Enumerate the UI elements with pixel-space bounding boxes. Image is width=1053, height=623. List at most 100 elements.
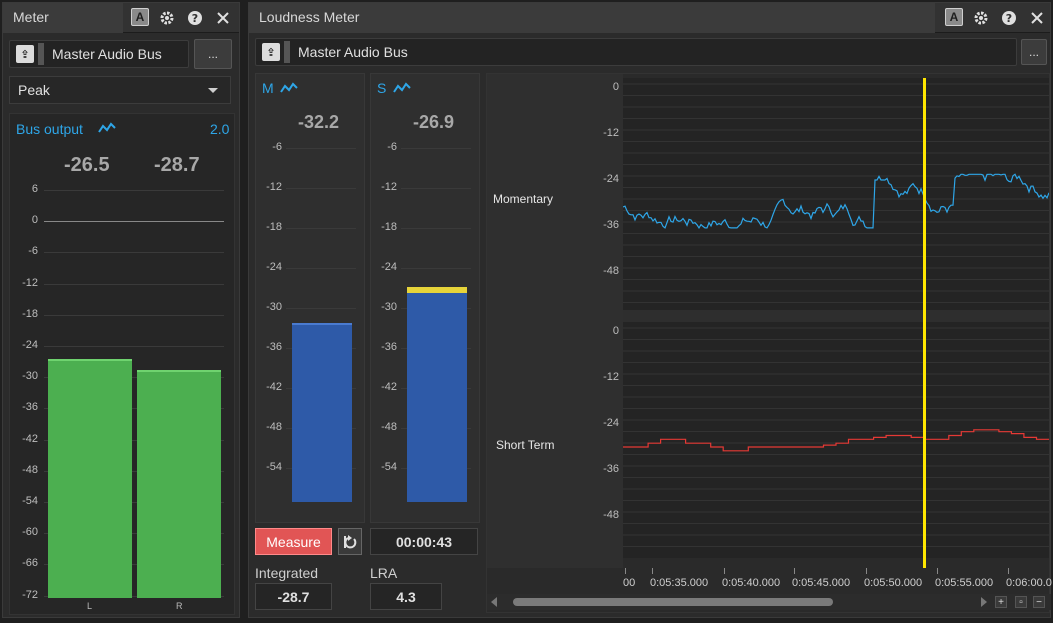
- bus-output-label: Bus output: [16, 121, 83, 137]
- peak-right-value: -28.7: [154, 154, 200, 176]
- time-tick: [625, 568, 626, 574]
- loudness-bus-label: Master Audio Bus: [298, 44, 408, 60]
- meter-scale-tick: -54: [22, 495, 38, 507]
- meter-scale-tick: -18: [22, 307, 38, 320]
- reset-button[interactable]: [338, 528, 362, 555]
- momentary-grid: [623, 83, 1049, 303]
- meter-bus-selector[interactable]: ⇪ Master Audio Bus: [9, 40, 189, 68]
- gear-icon[interactable]: [157, 8, 177, 28]
- peak-left-value: -26.5: [64, 154, 110, 176]
- meter-more-button[interactable]: ...: [194, 39, 232, 69]
- meter-gridline: [44, 314, 224, 316]
- elapsed-time: 00:00:43: [370, 528, 478, 555]
- graph-y-tick: -36: [603, 219, 619, 231]
- shortterm-curve: [623, 429, 1049, 452]
- loudness-more-button[interactable]: ...: [1021, 39, 1047, 65]
- time-tick-label: 0:05:40.000: [722, 577, 781, 589]
- loudness-scale-tick: -54: [266, 461, 282, 473]
- time-tick-label: 0:05:55.000: [935, 577, 994, 589]
- meter-gridline: [44, 283, 224, 285]
- channel-right-label: R: [176, 601, 183, 611]
- channel-left-label: L: [87, 601, 93, 611]
- loudness-bus-selector[interactable]: ⇪ Master Audio Bus: [255, 38, 1017, 66]
- graph-y-tick: -12: [603, 127, 619, 139]
- time-tick-label: 0:05:45.000: [792, 577, 851, 589]
- graph-label-column: [487, 74, 623, 568]
- time-tick-label: 0:05:50.000: [864, 577, 923, 589]
- help-icon[interactable]: ?: [185, 8, 205, 28]
- loudness-scale-tick: -48: [381, 421, 397, 433]
- loudness-toolbar-icons: A ?: [945, 8, 1047, 28]
- graph-y-tick: -48: [603, 509, 619, 521]
- loudness-panel: Loudness Meter A ? ⇪ Master Audio Bus ..…: [248, 2, 1052, 618]
- loudness-scale-tick: -42: [381, 381, 397, 393]
- shortterm-plot: [623, 322, 1049, 558]
- loudness-gridline: [286, 188, 356, 189]
- meter-gridline: [44, 190, 224, 191]
- shortterm-graph-icon[interactable]: [393, 82, 411, 97]
- meter-scale-tick: -48: [22, 463, 38, 476]
- svg-text:?: ?: [192, 12, 198, 25]
- momentary-meter: M -32.2 -6 -12 -18 -24 -30 -36 -42 -48 -54: [255, 73, 365, 523]
- loudness-scale-tick: -18: [266, 221, 282, 233]
- bus-separator: [284, 41, 290, 63]
- playhead-cursor[interactable]: [923, 78, 926, 568]
- loudness-scale-tick: -6: [387, 141, 397, 153]
- scroll-right-icon[interactable]: [981, 597, 987, 607]
- meter-bus-label: Master Audio Bus: [52, 46, 162, 62]
- measure-button[interactable]: Measure: [255, 528, 332, 555]
- close-icon[interactable]: [1027, 8, 1047, 28]
- meter-tab-title[interactable]: Meter: [3, 3, 123, 33]
- loudness-scale-tick: -48: [266, 421, 282, 433]
- scroll-thumb[interactable]: [513, 598, 833, 606]
- graph-y-tick: 0: [612, 81, 619, 93]
- loudness-scale-tick: -36: [266, 341, 282, 353]
- meter-bar-right: [137, 370, 221, 598]
- auto-icon[interactable]: A: [131, 8, 149, 26]
- meter-gridline: [44, 252, 224, 254]
- loudness-graph: Momentary Short Term 0 -12 -24 -36 -48 0 -12 -…: [486, 73, 1052, 613]
- loudness-titlebar: Loudness Meter A ?: [249, 3, 1050, 33]
- scroll-left-icon[interactable]: [491, 597, 497, 607]
- meter-scale-tick: -24: [22, 339, 38, 351]
- meter-scale-tick: -6: [28, 245, 38, 258]
- meter-scale-tick: -72: [22, 588, 38, 601]
- lra-label: LRA: [370, 565, 398, 581]
- graph-divider: [623, 310, 1049, 322]
- loudness-gridline: [401, 268, 471, 269]
- graph-y-tick: -12: [603, 371, 619, 383]
- loudness-gridline: [286, 228, 356, 229]
- graph-y-tick: -36: [603, 463, 619, 475]
- auto-icon[interactable]: A: [945, 8, 963, 26]
- help-icon[interactable]: ?: [999, 8, 1019, 28]
- meter-scale-tick: -36: [22, 401, 38, 414]
- meter-display: Bus output 2.0 -26.5 -28.7 6 0 -6 -12 -18 -24…: [9, 113, 235, 615]
- zoom-in-icon[interactable]: +: [995, 596, 1007, 608]
- momentary-value: -32.2: [298, 112, 340, 132]
- shortterm-bar: [407, 293, 467, 502]
- shortterm-grid: [623, 327, 1049, 547]
- loudness-gridline: [286, 268, 356, 269]
- integrated-value: -28.7: [255, 583, 332, 610]
- integrated-label: Integrated: [255, 565, 319, 581]
- meter-bar-left: [48, 359, 132, 598]
- loudness-gridline: [286, 308, 356, 309]
- loudness-scale-tick: -24: [381, 261, 397, 273]
- graph-toggle-icon[interactable]: [98, 122, 116, 137]
- momentary-graph-icon[interactable]: [280, 82, 298, 97]
- meter-scale-tick: 6: [31, 183, 38, 195]
- horizontal-scrollbar[interactable]: + ▫ −: [487, 594, 1051, 610]
- meter-mode-select[interactable]: Peak: [9, 76, 231, 104]
- time-tick: [937, 568, 938, 574]
- gear-icon[interactable]: [971, 8, 991, 28]
- loudness-gridline: [401, 228, 471, 229]
- zoom-fit-icon[interactable]: ▫: [1015, 596, 1027, 608]
- momentary-graph-label: Momentary: [493, 192, 554, 206]
- momentary-label: M: [262, 80, 274, 96]
- close-icon[interactable]: [213, 8, 233, 28]
- zoom-out-icon[interactable]: −: [1033, 596, 1045, 608]
- time-tick-label: 0:06:00.0: [1006, 577, 1052, 589]
- loudness-scale-tick: -42: [266, 381, 282, 393]
- meter-mode-value: Peak: [18, 82, 50, 98]
- loudness-tab-title[interactable]: Loudness Meter: [249, 3, 935, 33]
